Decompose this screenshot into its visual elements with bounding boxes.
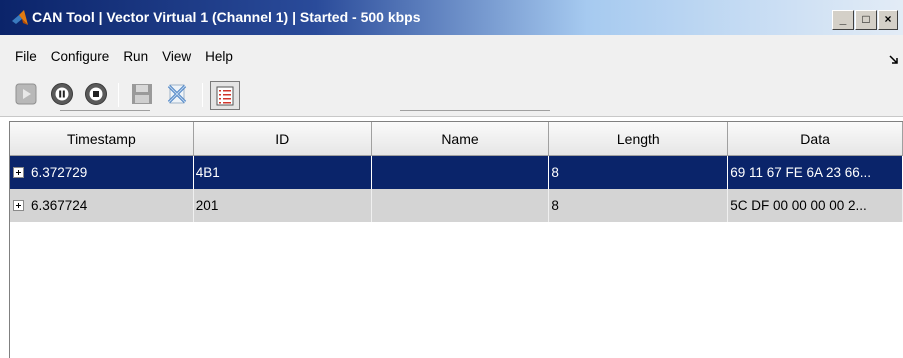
data-cell: 5C DF 00 00 00 00 2... <box>728 189 903 222</box>
menu-view[interactable]: View <box>155 49 198 64</box>
window-title: CAN Tool | Vector Virtual 1 (Channel 1) … <box>32 9 421 25</box>
expand-row-icon[interactable] <box>13 200 24 211</box>
timestamp-cell: 6.372729 <box>10 156 194 189</box>
data-cell: 69 11 67 FE 6A 23 66... <box>728 156 903 189</box>
minimize-button[interactable]: _ <box>832 10 854 30</box>
close-icon: × <box>884 12 892 26</box>
pause-icon[interactable] <box>50 82 74 106</box>
toolbar-separator <box>202 83 203 107</box>
toolbar <box>0 77 903 117</box>
column-header-timestamp[interactable]: Timestamp <box>10 122 194 156</box>
minimize-icon: _ <box>839 12 847 26</box>
length-cell: 8 <box>549 189 729 222</box>
menu-file[interactable]: File <box>8 49 44 64</box>
message-table[interactable]: Timestamp ID Name Length Data 6.372729 4… <box>9 121 903 358</box>
close-button[interactable]: × <box>878 10 898 30</box>
start-icon[interactable] <box>14 82 38 106</box>
column-header-name[interactable]: Name <box>371 122 550 156</box>
timestamp-value: 6.367724 <box>31 198 88 213</box>
menu-bar: File Configure Run View Help <box>0 35 903 77</box>
table-row[interactable]: 6.367724 201 8 5C DF 00 00 00 00 2... <box>10 189 903 222</box>
name-cell <box>372 189 550 222</box>
maximize-icon: □ <box>862 12 870 26</box>
message-list-icon <box>216 86 234 106</box>
toolbar-separator <box>118 83 119 107</box>
tooltip-remnant <box>60 110 150 114</box>
length-cell: 8 <box>549 156 729 189</box>
title-bar[interactable]: CAN Tool | Vector Virtual 1 (Channel 1) … <box>0 0 903 35</box>
message-list-toggle[interactable] <box>210 81 240 110</box>
column-header-id[interactable]: ID <box>193 122 372 156</box>
maximize-button[interactable]: □ <box>855 10 877 30</box>
window-controls: _ □ × <box>832 10 898 30</box>
clear-icon[interactable] <box>165 82 189 106</box>
timestamp-cell: 6.367724 <box>10 189 194 222</box>
timestamp-value: 6.372729 <box>31 165 88 180</box>
menu-help[interactable]: Help <box>198 49 240 64</box>
expand-row-icon[interactable] <box>13 167 24 178</box>
stop-icon[interactable] <box>84 82 108 106</box>
column-header-data[interactable]: Data <box>728 122 903 156</box>
id-cell: 4B1 <box>194 156 372 189</box>
column-header-length[interactable]: Length <box>549 122 729 156</box>
table-header: Timestamp ID Name Length Data <box>10 122 903 156</box>
matlab-logo-icon <box>12 10 28 25</box>
tooltip-remnant <box>400 110 550 114</box>
menu-run[interactable]: Run <box>116 49 155 64</box>
save-icon[interactable] <box>130 82 154 106</box>
id-cell: 201 <box>194 189 372 222</box>
name-cell <box>372 156 550 189</box>
table-row[interactable]: 6.372729 4B1 8 69 11 67 FE 6A 23 66... <box>10 156 903 189</box>
menu-configure[interactable]: Configure <box>44 49 117 64</box>
dock-arrow-icon[interactable] <box>889 55 899 65</box>
